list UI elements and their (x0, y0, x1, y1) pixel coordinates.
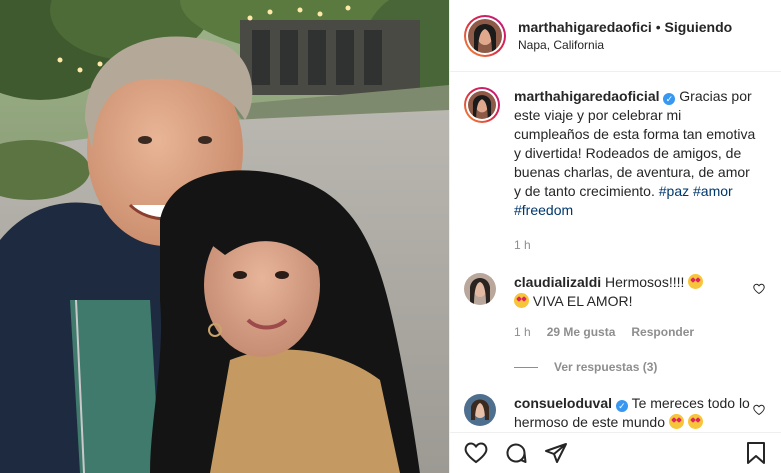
heart-icon[interactable] (464, 441, 488, 465)
comment-text-2: VIVA EL AMOR! (532, 293, 633, 309)
hashtag-link[interactable]: #freedom (514, 202, 573, 218)
comment-likes[interactable]: 29 Me gusta (547, 323, 616, 342)
comment-time[interactable]: 1 h (514, 323, 531, 342)
heart-eyes-emoji-icon (688, 274, 704, 289)
hashtag-link[interactable]: #amor (693, 183, 733, 199)
view-replies-button[interactable]: Ver respuestas (3) (514, 360, 765, 374)
post-photo[interactable] (0, 0, 449, 473)
header-username[interactable]: marthahigaredaofici (518, 19, 652, 35)
comment-like-heart-icon[interactable] (753, 283, 765, 298)
comment-icon[interactable] (504, 441, 528, 465)
comment-username[interactable]: consueloduval (514, 395, 612, 411)
caption-username[interactable]: marthahigaredaoficial (514, 88, 660, 104)
post-header: marthahigaredaofici • Siguiendo Napa, Ca… (450, 0, 781, 72)
comment: consueloduval ✓ Te mereces todo lo hermo… (464, 394, 765, 432)
comment-username[interactable]: claudializaldi (514, 274, 601, 290)
avatar[interactable] (464, 273, 496, 305)
caption-story-ring[interactable] (464, 87, 500, 123)
follow-status-button[interactable]: Siguiendo (665, 19, 733, 35)
story-ring[interactable] (464, 14, 506, 57)
post-sidebar: marthahigaredaofici • Siguiendo Napa, Ca… (449, 0, 781, 473)
avatar[interactable] (468, 18, 502, 53)
heart-eyes-emoji-icon (668, 414, 684, 429)
verified-badge-icon: ✓ (615, 400, 628, 412)
comment-like-heart-icon[interactable] (753, 404, 765, 419)
location-link[interactable]: Napa, California (518, 36, 732, 54)
send-icon[interactable] (544, 441, 568, 465)
hashtag-link[interactable]: #paz (659, 183, 689, 199)
post-actions (450, 432, 781, 473)
bookmark-icon[interactable] (745, 441, 767, 465)
comments-section[interactable]: marthahigaredaoficial ✓ Gracias por este… (450, 73, 781, 432)
verified-badge-icon: ✓ (663, 93, 676, 105)
post-modal: marthahigaredaofici • Siguiendo Napa, Ca… (0, 0, 781, 473)
avatar[interactable] (464, 394, 496, 426)
replies-divider (514, 366, 538, 368)
reply-button[interactable]: Responder (631, 323, 694, 342)
header-separator: • (655, 18, 661, 35)
view-replies-label: Ver respuestas (3) (554, 360, 658, 374)
comment-text: Hermosos!!!! (605, 274, 685, 290)
caption-time[interactable]: 1 h (514, 236, 531, 255)
heart-eyes-emoji-icon (687, 414, 703, 429)
caption: marthahigaredaoficial ✓ Gracias por este… (464, 87, 765, 255)
avatar[interactable] (468, 91, 496, 119)
heart-eyes-emoji-icon (514, 293, 529, 308)
comment: claudializaldi Hermosos!!!! VIVA EL AMOR… (464, 273, 765, 342)
